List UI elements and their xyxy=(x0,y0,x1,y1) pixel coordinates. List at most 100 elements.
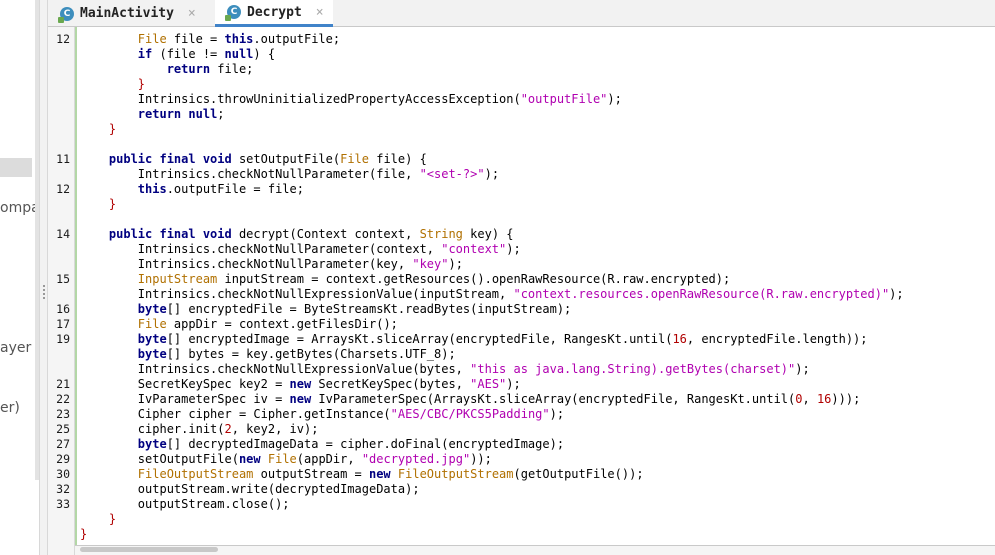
code-line[interactable]: byte[] bytes = key.getBytes(Charsets.UTF… xyxy=(80,347,456,362)
horizontal-scrollbar-thumb[interactable] xyxy=(80,547,218,552)
code-line[interactable]: Intrinsics.checkNotNullParameter(context… xyxy=(80,242,521,257)
code-token: "context.resources.openRawResource(R.raw… xyxy=(513,287,890,301)
code-line[interactable]: this.outputFile = file; xyxy=(80,182,304,197)
code-line[interactable]: } xyxy=(80,197,116,212)
code-token: File xyxy=(80,317,167,331)
splitter-grip-icon xyxy=(43,285,45,299)
code-line[interactable]: } xyxy=(80,77,145,92)
code-token: if xyxy=(80,47,153,61)
code-token: setOutputFile( xyxy=(231,152,341,166)
code-token: "key" xyxy=(412,257,449,271)
code-token: } xyxy=(80,527,88,541)
line-number: 33 xyxy=(56,497,70,511)
project-tree-selection[interactable] xyxy=(0,158,32,177)
code-token: public final void xyxy=(80,227,232,241)
code-line[interactable]: } xyxy=(80,527,87,542)
code-token: ); xyxy=(889,287,904,301)
code-token: IvParameterSpec(ArraysKt.sliceArray(encr… xyxy=(311,392,796,406)
code-line[interactable]: File file = this.outputFile; xyxy=(80,32,340,47)
panel-splitter[interactable] xyxy=(39,0,48,555)
code-line[interactable]: IvParameterSpec iv = new IvParameterSpec… xyxy=(80,392,861,407)
code-line[interactable]: InputStream inputStream = context.getRes… xyxy=(80,272,730,287)
close-icon[interactable]: × xyxy=(316,5,324,20)
code-token: "this as java.lang.String).getBytes(char… xyxy=(470,362,796,376)
code-token: [] bytes = key.getBytes(Charsets.UTF_8); xyxy=(166,347,456,361)
code-line[interactable]: SecretKeySpec key2 = new SecretKeySpec(b… xyxy=(80,377,521,392)
code-token: "<set-?>" xyxy=(419,167,485,181)
code-token: 2 xyxy=(224,422,232,436)
project-tree-fragment[interactable]: ayer xyxy=(0,340,31,356)
close-icon[interactable]: × xyxy=(188,6,196,21)
line-number: 21 xyxy=(56,377,70,391)
code-line[interactable]: byte[] encryptedFile = ByteStreamsKt.rea… xyxy=(80,302,571,317)
code-line[interactable]: public final void setOutputFile(File fil… xyxy=(80,152,427,167)
class-file-icon-letter: C xyxy=(230,7,238,17)
code-token: byte xyxy=(80,437,167,451)
code-token: Intrinsics.checkNotNullParameter(context… xyxy=(80,242,442,256)
code-line[interactable]: File appDir = context.getFilesDir(); xyxy=(80,317,398,332)
tab-decrypt[interactable]: C Decrypt × xyxy=(215,0,333,27)
code-line[interactable]: } xyxy=(80,122,116,137)
code-line[interactable]: if (file != null) { xyxy=(80,47,275,62)
code-token: byte xyxy=(80,332,167,346)
code-token: ); xyxy=(448,257,463,271)
code-token: Intrinsics.checkNotNullExpressionValue(b… xyxy=(80,362,471,376)
class-file-icon-letter: C xyxy=(63,8,71,19)
code-token: file; xyxy=(210,62,254,76)
code-line[interactable]: byte[] decryptedImageData = cipher.doFin… xyxy=(80,437,564,452)
code-token: cipher.init( xyxy=(80,422,225,436)
code-token: 16 xyxy=(816,392,832,406)
code-token: "outputFile" xyxy=(520,92,608,106)
line-number: 15 xyxy=(56,272,70,286)
code-line[interactable]: return file; xyxy=(80,62,254,77)
code-token: .outputFile = file; xyxy=(166,182,304,196)
code-token: ); xyxy=(506,377,521,391)
code-token: ); xyxy=(484,167,500,181)
code-token: return xyxy=(80,107,182,121)
code-token: file = xyxy=(166,32,225,46)
code-token: ); xyxy=(549,407,565,421)
code-line[interactable]: FileOutputStream outputStream = new File… xyxy=(80,467,644,482)
code-token: } xyxy=(80,122,117,136)
code-line[interactable]: Intrinsics.checkNotNullExpressionValue(i… xyxy=(80,287,904,302)
line-number: 16 xyxy=(56,302,70,316)
code-token: new xyxy=(289,377,312,391)
code-line[interactable]: setOutputFile(new File(appDir, "decrypte… xyxy=(80,452,492,467)
code-token: Intrinsics.throwUninitializedPropertyAcc… xyxy=(80,92,521,106)
code-token: setOutputFile( xyxy=(80,452,239,466)
code-token: } xyxy=(80,197,117,211)
code-token: decrypt(Context context, xyxy=(231,227,420,241)
code-line[interactable]: Intrinsics.checkNotNullParameter(file, "… xyxy=(80,167,499,182)
code-token: "AES" xyxy=(470,377,507,391)
code-line[interactable]: Intrinsics.throwUninitializedPropertyAcc… xyxy=(80,92,622,107)
line-number: 23 xyxy=(56,407,70,421)
code-token: InputStream xyxy=(80,272,218,286)
code-token: file) { xyxy=(369,152,427,166)
code-token: this xyxy=(80,182,167,196)
code-line[interactable]: outputStream.close(); xyxy=(80,497,290,512)
line-number: 32 xyxy=(56,482,70,496)
code-line[interactable]: Intrinsics.checkNotNullParameter(key, "k… xyxy=(80,257,463,272)
line-number: 19 xyxy=(56,332,70,346)
code-token: byte xyxy=(80,302,167,316)
editor-tab-bar: C MainActivity × C Decrypt × xyxy=(48,0,995,27)
project-tree-fragment[interactable]: ompa xyxy=(0,200,38,216)
code-line[interactable]: return null; xyxy=(80,107,225,122)
code-line[interactable]: byte[] encryptedImage = ArraysKt.sliceAr… xyxy=(80,332,868,347)
code-line[interactable]: cipher.init(2, key2, iv); xyxy=(80,422,319,437)
code-line[interactable]: } xyxy=(80,512,116,527)
code-token: "context" xyxy=(441,242,507,256)
code-line[interactable]: Intrinsics.checkNotNullExpressionValue(b… xyxy=(80,362,810,377)
code-line[interactable]: public final void decrypt(Context contex… xyxy=(80,227,514,242)
tab-mainactivity[interactable]: C MainActivity × xyxy=(48,0,208,27)
project-tree-fragment[interactable]: er) xyxy=(0,400,20,416)
project-panel: ompa ayer er) xyxy=(0,0,38,555)
code-line[interactable]: Cipher cipher = Cipher.getInstance("AES/… xyxy=(80,407,564,422)
code-token: , key2, iv); xyxy=(231,422,319,436)
line-number: 27 xyxy=(56,437,70,451)
line-number: 14 xyxy=(56,227,70,241)
code-line[interactable]: outputStream.write(decryptedImageData); xyxy=(80,482,420,497)
code-token: 0 xyxy=(795,392,803,406)
code-token: FileOutputStream xyxy=(397,467,514,481)
code-token: File xyxy=(267,452,297,466)
